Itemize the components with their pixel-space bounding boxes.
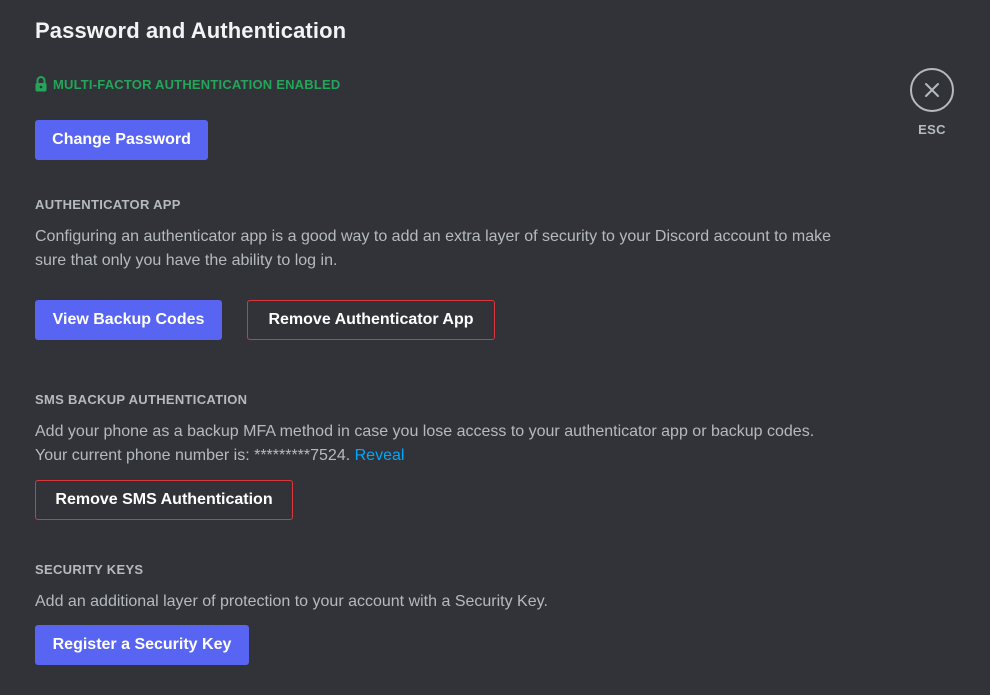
close-control: ESC [910, 68, 954, 137]
remove-sms-authentication-button[interactable]: Remove SMS Authentication [35, 480, 293, 520]
esc-label: ESC [918, 122, 946, 137]
reveal-phone-link[interactable]: Reveal [355, 447, 405, 464]
authenticator-app-heading: AUTHENTICATOR APP [35, 197, 181, 212]
close-icon [925, 83, 939, 97]
register-security-key-button[interactable]: Register a Security Key [35, 625, 249, 665]
security-keys-heading: SECURITY KEYS [35, 562, 144, 577]
phone-number-line: Your current phone number is: *********7… [35, 444, 865, 468]
change-password-button[interactable]: Change Password [35, 120, 208, 160]
view-backup-codes-button[interactable]: View Backup Codes [35, 300, 222, 340]
sms-backup-text: Add your phone as a backup MFA method in… [35, 423, 815, 440]
authenticator-app-description: Configuring an authenticator app is a go… [35, 228, 831, 269]
phone-number-prefix: Your current phone number is: [35, 447, 255, 464]
close-button[interactable] [910, 68, 954, 112]
page-title: Password and Authentication [35, 18, 347, 43]
security-keys-description: Add an additional layer of protection to… [35, 593, 548, 610]
lock-icon [35, 76, 47, 92]
sms-backup-description: Add your phone as a backup MFA method in… [35, 420, 865, 468]
sms-backup-heading: SMS BACKUP AUTHENTICATION [35, 392, 248, 407]
mfa-status-text: MULTI-FACTOR AUTHENTICATION ENABLED [53, 76, 341, 92]
remove-authenticator-app-button[interactable]: Remove Authenticator App [247, 300, 495, 340]
phone-number-masked: *********7524. [254, 447, 351, 464]
mfa-status: MULTI-FACTOR AUTHENTICATION ENABLED [35, 76, 340, 92]
